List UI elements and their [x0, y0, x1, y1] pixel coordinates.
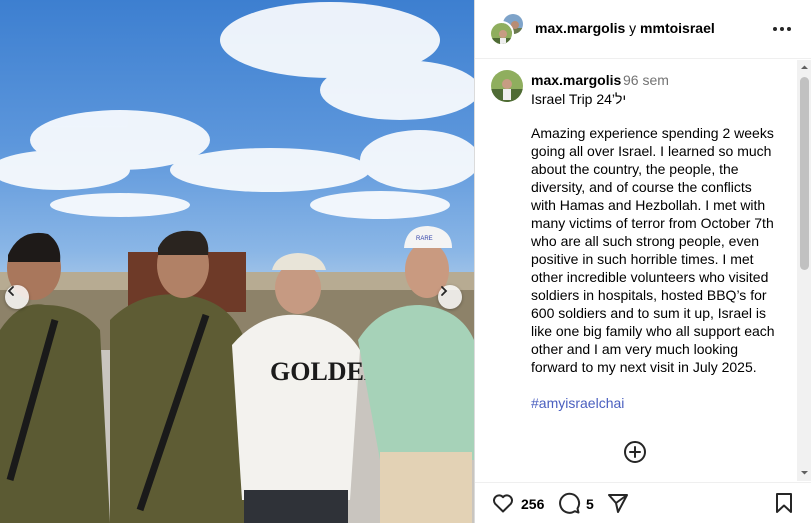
avatar-max-margolis[interactable]	[489, 21, 514, 46]
send-icon	[608, 494, 628, 513]
caption-body: Amazing experience spending 2 weeks goin…	[531, 125, 775, 375]
chevron-left-icon	[7, 286, 14, 296]
scroll-down-icon[interactable]	[800, 468, 809, 477]
next-photo-button[interactable]	[438, 285, 462, 309]
comment-icon	[559, 492, 581, 514]
save-button[interactable]	[772, 491, 796, 515]
caption-scroll-area[interactable]: max.margolis 96 sem Israel Trip 24’יל Am…	[475, 60, 797, 481]
cap-text: RARE	[416, 236, 433, 242]
bookmark-icon	[776, 493, 792, 513]
like-button[interactable]	[491, 491, 515, 515]
post-authors: max.margolis y mmtoisrael	[535, 20, 715, 36]
add-comment-button[interactable]	[623, 440, 647, 464]
chevron-right-icon	[441, 286, 448, 296]
author-link-2[interactable]: mmtoisrael	[640, 20, 715, 36]
heart-icon	[493, 494, 513, 513]
like-count[interactable]: 256	[521, 496, 544, 512]
post-side-panel: max.margolis y mmtoisrael max.margolis 9…	[474, 0, 811, 523]
hashtag-link[interactable]: #amyisraelchai	[531, 395, 624, 411]
caption-title: Israel Trip 24’יל	[531, 91, 627, 107]
more-options-icon	[773, 27, 791, 31]
photo-scene: GOLDEN RARE	[0, 2, 474, 523]
share-button[interactable]	[606, 491, 630, 515]
more-options-button[interactable]	[771, 18, 793, 40]
caption-time[interactable]: 96 sem	[623, 72, 669, 88]
scrollbar-thumb[interactable]	[800, 77, 809, 270]
post-photo: GOLDEN RARE	[0, 0, 474, 523]
scroll-up-icon[interactable]	[800, 63, 809, 72]
post-actions-bar: 256 5	[475, 482, 811, 523]
caption-avatar[interactable]	[491, 70, 523, 102]
caption-username[interactable]: max.margolis	[531, 72, 621, 88]
previous-photo-button[interactable]	[5, 285, 29, 309]
comment-button[interactable]	[557, 491, 581, 515]
author-conjunction: y	[629, 20, 637, 36]
post-header: max.margolis y mmtoisrael	[475, 0, 811, 59]
caption-scrollbar[interactable]	[797, 60, 811, 481]
collab-avatars[interactable]	[489, 12, 525, 46]
add-circle-icon	[624, 441, 646, 463]
comment-count[interactable]: 5	[586, 496, 594, 512]
author-link-1[interactable]: max.margolis	[535, 20, 625, 36]
